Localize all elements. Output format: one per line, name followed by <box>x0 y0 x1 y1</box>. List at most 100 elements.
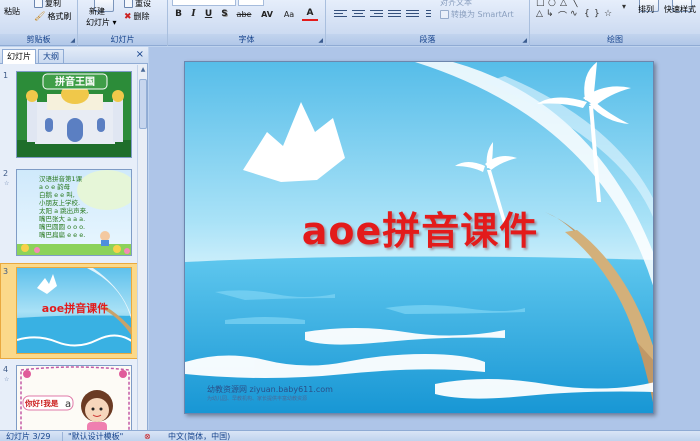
status-bar: 幻灯片 3/29 "默认设计模板" ⊗ 中文(简体，中国) <box>0 430 700 441</box>
scroll-up-icon[interactable]: ▲ <box>139 66 147 76</box>
font-group-label: 字体 <box>168 34 325 45</box>
shapes-more-icon[interactable]: ▾ <box>622 2 626 11</box>
new-slide-label: 新建 <box>89 7 105 16</box>
current-slide[interactable]: aoe拼音课件 幼教资源网 ziyuan.baby611.com 为幼儿园、早教… <box>184 61 654 414</box>
brace-left-shape-icon[interactable]: { <box>584 9 590 19</box>
tab-slides[interactable]: 幻灯片 <box>2 49 36 64</box>
brace-right-shape-icon[interactable]: } <box>594 9 600 19</box>
font-name-combo[interactable] <box>172 0 236 6</box>
align-right-icon[interactable] <box>370 10 383 20</box>
quick-styles-button[interactable]: 快速样式 <box>664 0 700 30</box>
align-text-button[interactable]: 对齐文本 <box>440 0 472 8</box>
slide-thumbnail-2[interactable]: 汉语拼音第1课 a o e 韵母 白鹅 e e 叫, 小朋友上学校. 太阳 a … <box>16 169 132 256</box>
curve-shape-icon[interactable]: ⌒ <box>558 9 567 22</box>
slide1-title: 拼音王国 <box>55 75 95 88</box>
format-painter-button[interactable]: 🖌 格式刷 <box>34 11 71 22</box>
oval-shape-icon[interactable]: ○ <box>548 0 556 8</box>
clipboard-group: 粘贴 复制 🖌 格式刷 剪贴板 ◢ <box>0 0 78 46</box>
align-center-icon[interactable] <box>352 10 365 20</box>
clipboard-launcher-icon[interactable]: ◢ <box>70 37 75 44</box>
slides-panel: 幻灯片 大纲 × 1 拼音王国 2 ☆ 汉语拼音第1课 a o e 韵母 白鹅 … <box>0 47 148 430</box>
slides-group: 新建 幻灯片 ▾ 重设 ✖ 删除 幻灯片 <box>78 0 168 46</box>
triangle-shape-icon[interactable]: △ <box>560 0 567 8</box>
align-text-label: 对齐文本 <box>440 0 472 7</box>
clipboard-group-label: 剪贴板 <box>0 34 77 45</box>
slide-title[interactable]: aoe拼音课件 <box>185 200 653 255</box>
slide2-line-2: a o e 韵母 <box>39 182 71 191</box>
strikethrough-button[interactable]: abe <box>234 8 254 21</box>
language-indicator[interactable]: 中文(简体，中国) <box>168 431 230 441</box>
spell-check-icon[interactable]: ⊗ <box>144 431 151 441</box>
delete-label: 删除 <box>133 12 150 21</box>
justify-icon[interactable] <box>388 10 401 20</box>
copy-button[interactable]: 复制 <box>34 0 61 9</box>
slide-thumbnail-3[interactable]: aoe拼音课件 <box>16 267 132 354</box>
convert-smartart-button[interactable]: 转换为 SmartArt <box>440 9 514 20</box>
slide2-line-3: 白鹅 e e 叫, <box>39 190 75 199</box>
font-group: B I U S abe AV Aa A 字体 ◢ <box>168 0 326 46</box>
lesson-text-image: 汉语拼音第1课 a o e 韵母 白鹅 e e 叫, 小朋友上学校. 太阳 a … <box>17 170 131 255</box>
shadow-button[interactable]: S <box>218 8 231 21</box>
align-left-icon[interactable] <box>334 10 347 20</box>
scroll-thumb[interactable] <box>139 79 147 129</box>
ribbon: 粘贴 复制 🖌 格式刷 剪贴板 ◢ 新建 幻灯片 ▾ 重设 ✖ 删除 幻灯片 B… <box>0 0 700 46</box>
triangle-2-shape-icon[interactable]: △ <box>536 9 543 19</box>
tab-outline[interactable]: 大纲 <box>38 49 64 64</box>
slide3-title: aoe拼音课件 <box>42 301 108 315</box>
castle-image: 拼音王国 <box>17 72 131 157</box>
arrange-button[interactable]: 排列 <box>636 0 662 30</box>
format-painter-label: 格式刷 <box>47 12 72 21</box>
drawing-group: □ ○ △ ╲ △ ↳ ⌒ ∿ { } ☆ ▾ 排列 快速样式 绘图 <box>530 0 700 46</box>
quick-styles-label: 快速样式 <box>664 5 696 14</box>
reset-icon <box>124 0 133 8</box>
slide-thumbnail-1[interactable]: 拼音王国 <box>16 71 132 158</box>
distribute-icon[interactable] <box>406 10 419 20</box>
font-launcher-icon[interactable]: ◢ <box>318 37 323 44</box>
delete-icon: ✖ <box>124 11 132 22</box>
thumbnail-scrollbar[interactable]: ▲ <box>137 65 147 430</box>
shapes-gallery[interactable]: □ ○ △ ╲ △ ↳ ⌒ ∿ { } ☆ ▾ <box>536 0 632 28</box>
font-size-combo[interactable] <box>238 0 264 6</box>
copy-label: 复制 <box>45 0 61 8</box>
panel-tabs: 幻灯片 大纲 × <box>0 47 148 64</box>
change-case-button[interactable]: Aa <box>280 8 298 21</box>
slide4-letter: a <box>65 399 71 410</box>
char-spacing-button[interactable]: AV <box>258 8 276 21</box>
slide2-line-1: 汉语拼音第1课 <box>39 174 83 183</box>
girl-greeting-image: 你好!我是 a <box>17 366 131 430</box>
thumbnail-row-4[interactable]: 4 ☆ 你好!我是 a <box>0 365 138 430</box>
delete-slide-button[interactable]: ✖ 删除 <box>124 11 150 22</box>
arrange-label: 排列 <box>638 5 654 14</box>
beach-slide-image: aoe拼音课件 <box>17 268 131 353</box>
animation-star-icon: ☆ <box>4 180 10 187</box>
underline-button[interactable]: U <box>202 8 215 21</box>
close-icon[interactable]: × <box>136 49 144 60</box>
thumbnail-row-3[interactable]: 3 aoe拼音课件 <box>0 267 138 359</box>
italic-button[interactable]: I <box>187 8 200 21</box>
slide-count: 幻灯片 3/29 <box>6 432 51 441</box>
new-slide-label-2: 幻灯片 ▾ <box>86 18 117 27</box>
elbow-shape-icon[interactable]: ↳ <box>546 9 554 19</box>
theme-name: "默认设计模板" <box>68 432 124 441</box>
thumbnail-row-2[interactable]: 2 ☆ 汉语拼音第1课 a o e 韵母 白鹅 e e 叫, 小朋友上学校. 太… <box>0 169 138 261</box>
rectangle-shape-icon[interactable]: □ <box>536 0 545 8</box>
new-slide-button[interactable]: 新建 幻灯片 ▾ <box>86 0 122 33</box>
slides-group-label: 幻灯片 <box>78 34 167 45</box>
smartart-icon <box>440 10 449 19</box>
reset-button[interactable]: 重设 <box>124 0 151 9</box>
font-color-button[interactable]: A <box>302 8 318 21</box>
paste-button[interactable]: 粘贴 <box>4 6 20 17</box>
line-shape-icon[interactable]: ╲ <box>572 0 577 8</box>
copy-icon <box>34 0 43 8</box>
wave-shape-icon[interactable]: ∿ <box>570 9 578 19</box>
slide2-line-8: 嘴巴扁扁 e e e. <box>39 230 85 239</box>
slide-footer-text: 幼教资源网 ziyuan.baby611.com <box>207 385 333 394</box>
bold-button[interactable]: B <box>172 8 185 21</box>
columns-icon[interactable] <box>426 10 439 20</box>
slide-thumbnail-4[interactable]: 你好!我是 a <box>16 365 132 430</box>
star-shape-icon[interactable]: ☆ <box>604 9 612 19</box>
paragraph-launcher-icon[interactable]: ◢ <box>522 37 527 44</box>
animation-star-icon: ☆ <box>4 376 10 383</box>
thumbnail-number: 2 <box>3 169 9 178</box>
thumbnail-row-1[interactable]: 1 拼音王国 <box>0 71 138 163</box>
